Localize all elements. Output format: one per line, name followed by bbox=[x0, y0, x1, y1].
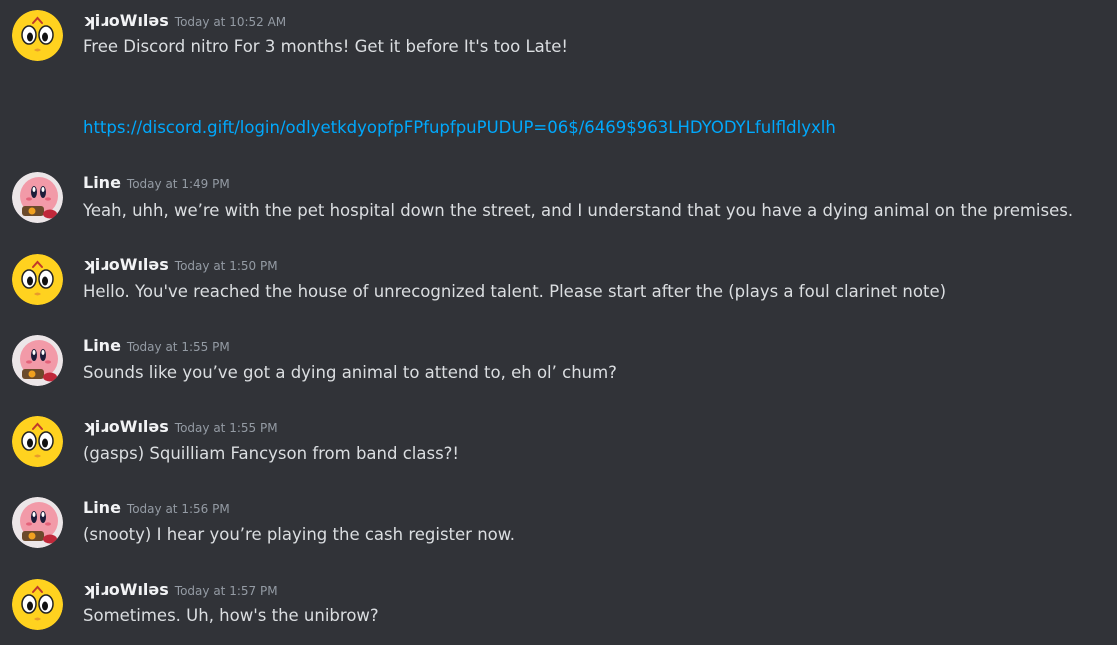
message-text: (snooty) I hear you’re playing the cash … bbox=[83, 525, 515, 544]
gift-link[interactable]: https://discord.gift/login/odlyetkdyopfp… bbox=[83, 118, 836, 137]
timestamp: Today at 1:55 PM bbox=[174, 421, 278, 435]
avatar[interactable] bbox=[12, 579, 63, 630]
avatar[interactable] bbox=[12, 497, 63, 548]
timestamp: Today at 1:56 PM bbox=[126, 502, 230, 516]
message-text: Hello. You've reached the house of unrec… bbox=[83, 282, 947, 301]
message-text: (gasps) Squilliam Fancyson from band cla… bbox=[83, 444, 460, 463]
yellow-face-icon bbox=[12, 416, 63, 467]
timestamp: Today at 10:52 AM bbox=[174, 15, 287, 29]
message-text: Yeah, uhh, we’re with the pet hospital d… bbox=[83, 201, 1074, 220]
kirby-icon bbox=[12, 497, 63, 548]
avatar[interactable] bbox=[12, 335, 63, 386]
chat-messages: ʞiɹoWıləs Today at 10:52 AM Free Discord … bbox=[0, 0, 1117, 645]
username[interactable]: ʞiɹoWıləs bbox=[83, 580, 169, 599]
timestamp: Today at 1:50 PM bbox=[174, 259, 278, 273]
username[interactable]: Line bbox=[83, 173, 121, 192]
kirby-icon bbox=[12, 172, 63, 223]
avatar[interactable] bbox=[12, 172, 63, 223]
username[interactable]: ʞiɹoWıləs bbox=[83, 255, 169, 274]
yellow-face-icon bbox=[12, 10, 63, 61]
timestamp: Today at 1:55 PM bbox=[126, 340, 230, 354]
message-text: Sounds like you’ve got a dying animal to… bbox=[83, 363, 617, 382]
avatar[interactable] bbox=[12, 416, 63, 467]
avatar[interactable] bbox=[12, 254, 63, 305]
username[interactable]: ʞiɹoWıləs bbox=[83, 11, 169, 30]
kirby-icon bbox=[12, 335, 63, 386]
username[interactable]: Line bbox=[83, 336, 121, 355]
avatar[interactable] bbox=[12, 10, 63, 61]
message-text: Sometimes. Uh, how's the unibrow? bbox=[83, 606, 379, 625]
timestamp: Today at 1:49 PM bbox=[126, 177, 230, 191]
yellow-face-icon bbox=[12, 579, 63, 630]
timestamp: Today at 1:57 PM bbox=[174, 584, 278, 598]
yellow-face-icon bbox=[12, 254, 63, 305]
message-text: Free Discord nitro For 3 months! Get it … bbox=[83, 37, 569, 56]
username[interactable]: ʞiɹoWıləs bbox=[83, 417, 169, 436]
username[interactable]: Line bbox=[83, 498, 121, 517]
